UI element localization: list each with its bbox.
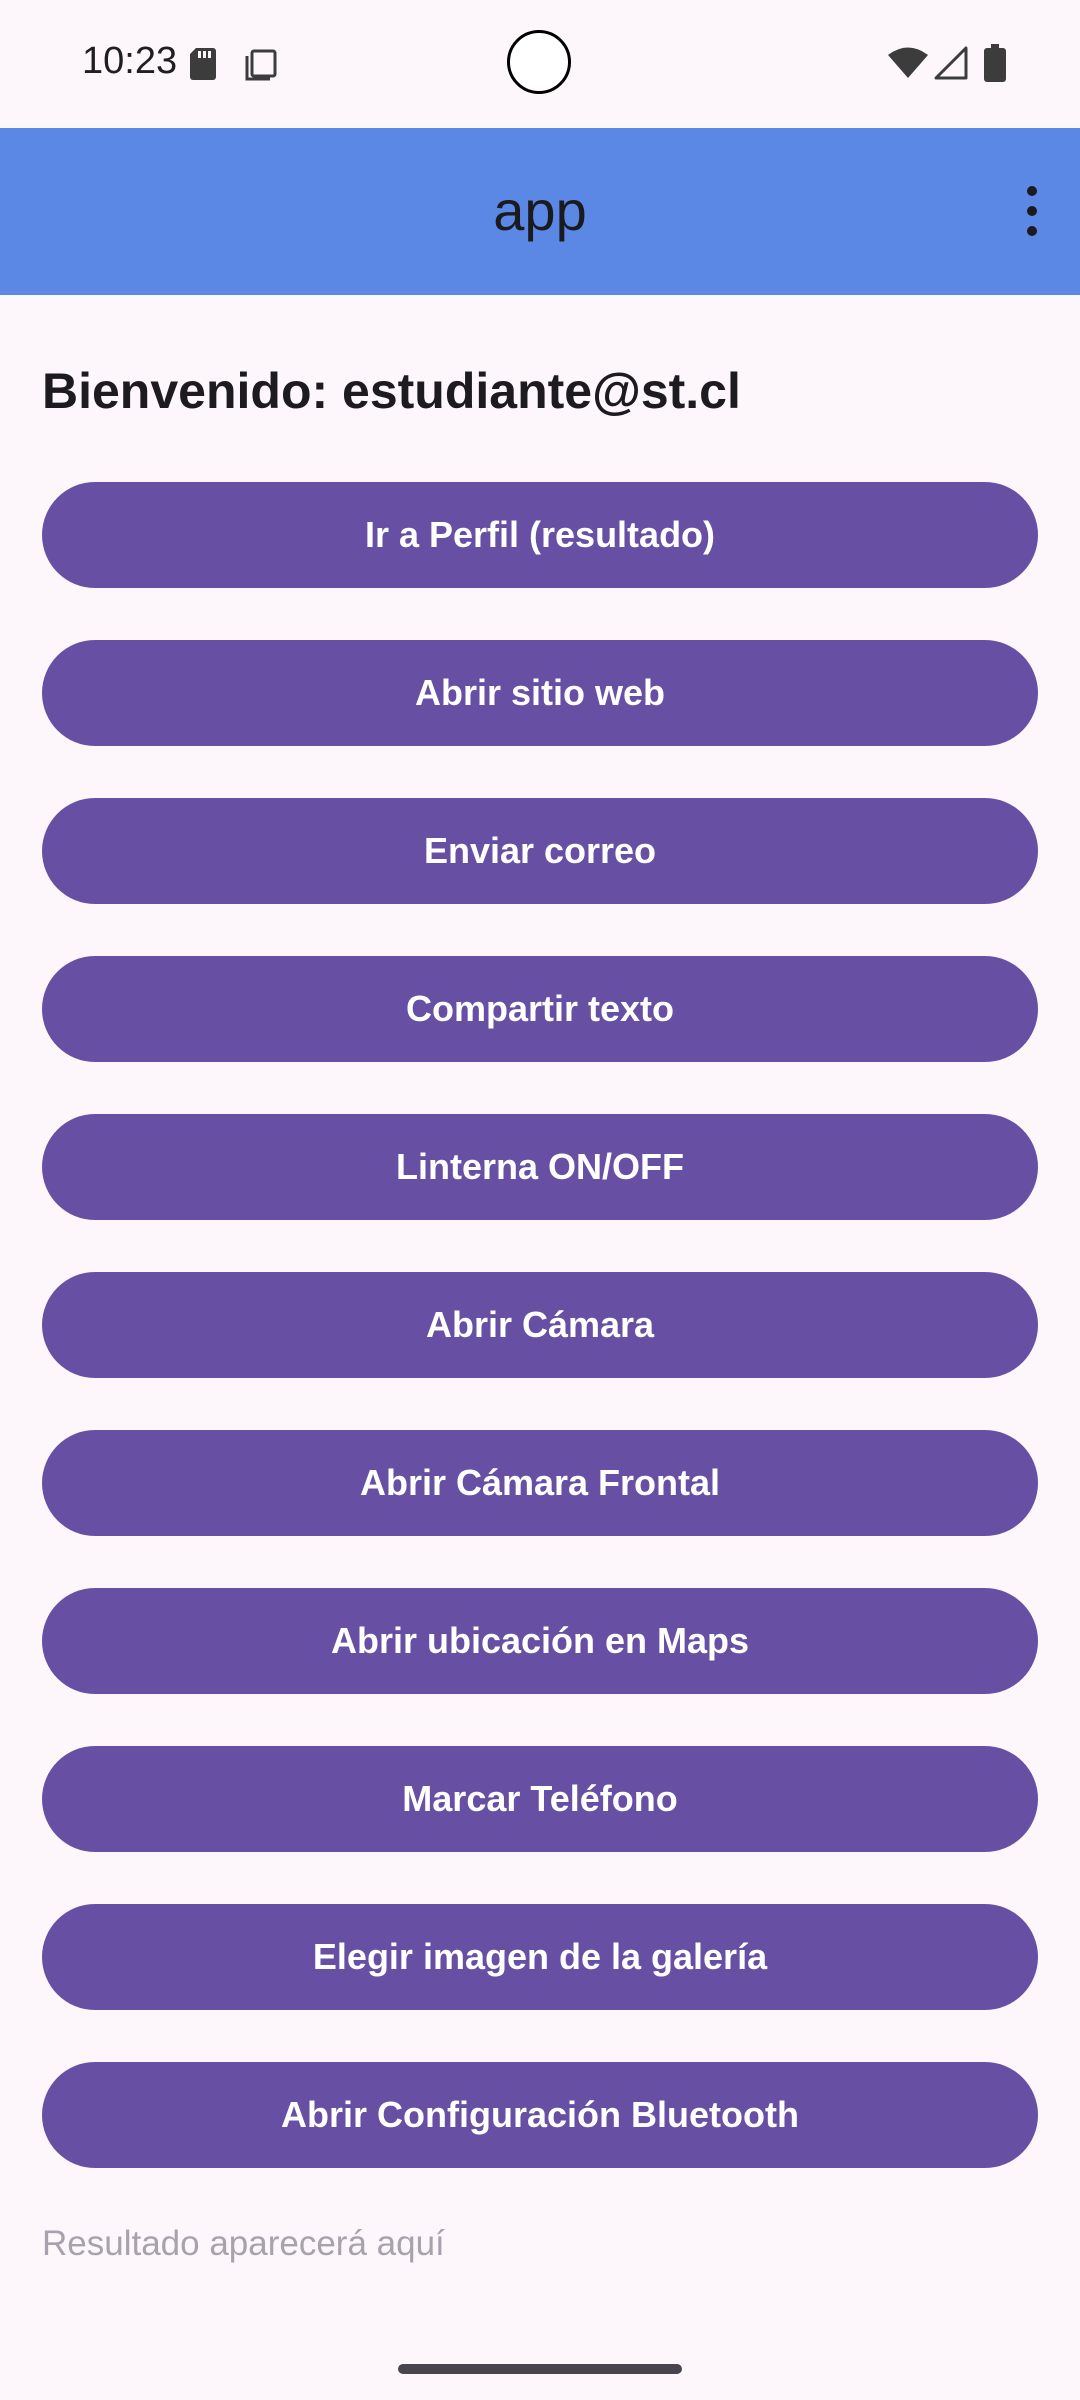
more-vert-icon-dot xyxy=(1027,206,1037,216)
camera-cutout xyxy=(507,30,571,94)
battery-icon xyxy=(984,44,1006,82)
result-text: Resultado aparecerá aquí xyxy=(42,2224,445,2263)
share-text-button[interactable]: Compartir texto xyxy=(42,956,1038,1062)
dial-phone-button[interactable]: Marcar Teléfono xyxy=(42,1746,1038,1852)
welcome-heading: Bienvenido: estudiante@st.cl xyxy=(42,363,741,419)
profile-button[interactable]: Ir a Perfil (resultado) xyxy=(42,482,1038,588)
pick-gallery-image-button[interactable]: Elegir imagen de la galería xyxy=(42,1904,1038,2010)
app-bar: app xyxy=(0,128,1080,295)
more-vert-icon-dot xyxy=(1027,226,1037,236)
open-camera-button[interactable]: Abrir Cámara xyxy=(42,1272,1038,1378)
action-buttons: Ir a Perfil (resultado) Abrir sitio web … xyxy=(42,482,1038,2220)
status-time: 10:23 xyxy=(82,40,178,82)
cell-signal-icon xyxy=(934,46,968,80)
status-bar: 10:23 xyxy=(0,0,1080,128)
recent-apps-icon xyxy=(245,49,277,81)
open-website-button[interactable]: Abrir sitio web xyxy=(42,640,1038,746)
open-maps-button[interactable]: Abrir ubicación en Maps xyxy=(42,1588,1038,1694)
bluetooth-settings-button[interactable]: Abrir Configuración Bluetooth xyxy=(42,2062,1038,2168)
wifi-icon xyxy=(888,47,928,78)
more-vert-icon xyxy=(1027,186,1037,196)
sd-card-icon xyxy=(190,48,216,80)
app-title: app xyxy=(493,179,587,242)
more-options-button[interactable] xyxy=(994,166,1080,256)
home-indicator[interactable] xyxy=(398,2364,682,2374)
flashlight-toggle-button[interactable]: Linterna ON/OFF xyxy=(42,1114,1038,1220)
send-email-button[interactable]: Enviar correo xyxy=(42,798,1038,904)
open-front-camera-button[interactable]: Abrir Cámara Frontal xyxy=(42,1430,1038,1536)
